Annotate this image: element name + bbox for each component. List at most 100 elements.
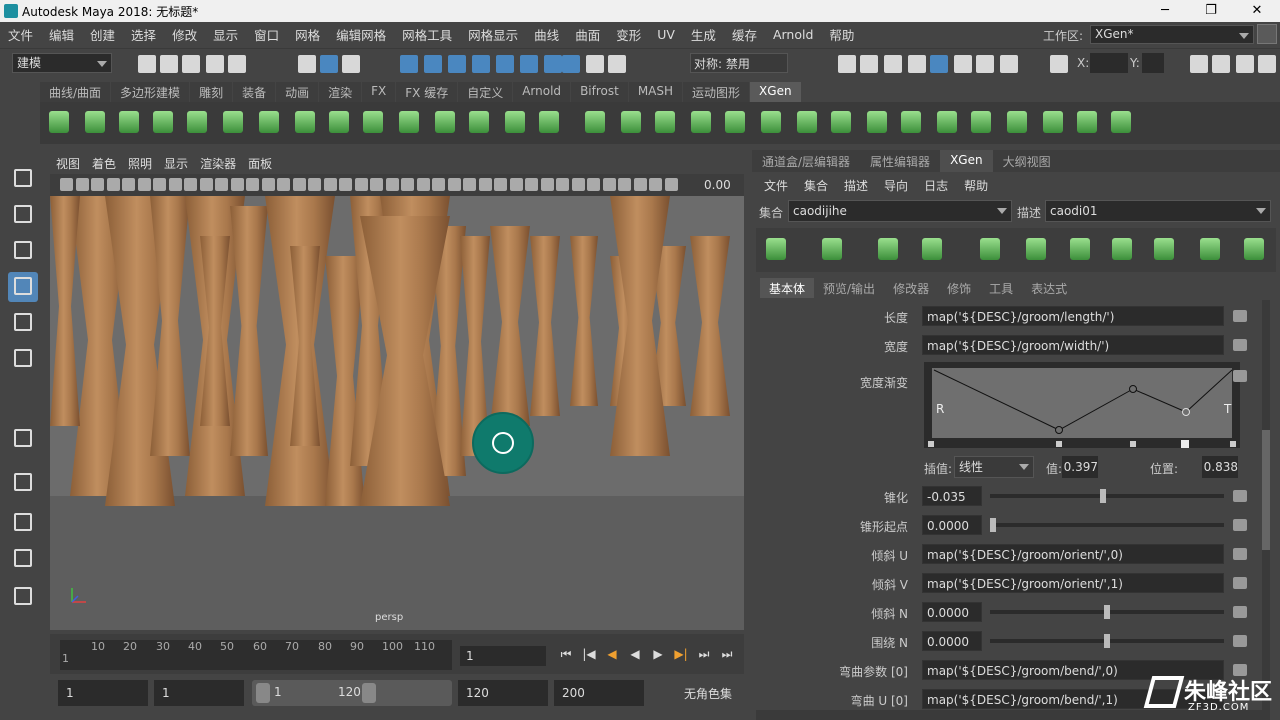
menu-arnold[interactable]: Arnold	[765, 27, 821, 42]
play-end-input[interactable]: 120	[458, 680, 548, 706]
viewport-toolbar-icon[interactable]	[649, 178, 662, 191]
menu-mesh-tools[interactable]: 网格工具	[394, 25, 460, 44]
taper-start-slider[interactable]	[990, 518, 1224, 532]
menu-cache[interactable]: 缓存	[724, 25, 765, 44]
snap-grid-alt-icon[interactable]	[544, 55, 562, 73]
viewport-toolbar-icon[interactable]	[447, 178, 461, 191]
shelf-tab-motion-graphics[interactable]: 运动图形	[683, 82, 750, 102]
viewport-toolbar-icon[interactable]	[168, 178, 182, 191]
xgen-shelf-tool-icon[interactable]	[1074, 108, 1100, 136]
viewport-toolbar-icon[interactable]	[370, 178, 383, 191]
save-scene-icon[interactable]	[182, 55, 200, 73]
minimize-button[interactable]: ─	[1142, 0, 1188, 22]
xgen-panel-tool-icon[interactable]	[1022, 234, 1050, 264]
xgen-shelf-tool-icon[interactable]	[292, 108, 318, 136]
xgen-shelf-tool-icon[interactable]	[502, 108, 528, 136]
viewport-toolbar-icon[interactable]	[292, 178, 306, 191]
menu-uv[interactable]: UV	[649, 27, 683, 42]
shelf-tab-poly[interactable]: 多边形建模	[111, 82, 190, 102]
menu-curves[interactable]: 曲线	[526, 25, 567, 44]
xgen-shelf-tool-icon[interactable]	[722, 108, 748, 136]
viewport-toolbar-icon[interactable]	[416, 178, 430, 191]
viewport-toolbar-icon[interactable]	[602, 178, 616, 191]
select-hierarchy-icon[interactable]	[298, 55, 316, 73]
hypershade-icon[interactable]	[930, 55, 948, 73]
viewport-toolbar-icon[interactable]	[184, 178, 197, 191]
range-slider-start-handle[interactable]	[256, 683, 270, 703]
maximize-button[interactable]: ❐	[1188, 0, 1234, 22]
shelf-tab-arnold[interactable]: Arnold	[513, 82, 571, 102]
offset-n-slider-handle[interactable]	[1104, 605, 1110, 619]
select-object-icon[interactable]	[320, 55, 338, 73]
offset-n-field[interactable]: 0.0000	[922, 602, 982, 622]
xgen-shelf-tool-icon[interactable]	[536, 108, 562, 136]
viewport-toolbar-icon[interactable]	[153, 178, 166, 191]
xgen-menu-file[interactable]: 文件	[756, 177, 796, 194]
viewport-toolbar-icon[interactable]	[308, 178, 321, 191]
xgen-shelf-tool-icon[interactable]	[652, 108, 678, 136]
prev-key-button[interactable]: |◀	[581, 646, 597, 662]
xgen-shelf-tool-icon[interactable]	[432, 108, 458, 136]
go-to-start-button[interactable]: ⏮	[558, 646, 574, 662]
viewport-menu-view[interactable]: 视图	[50, 155, 86, 172]
character-set-select[interactable]: 无角色集	[684, 685, 732, 702]
play-backward-button[interactable]: ◀	[627, 646, 643, 662]
open-scene-icon[interactable]	[160, 55, 178, 73]
viewport-toolbar-icon[interactable]	[122, 178, 135, 191]
arnold-render-icon[interactable]	[954, 55, 972, 73]
single-view-layout-icon[interactable]	[8, 468, 38, 498]
next-key-button[interactable]: ▶|	[673, 646, 689, 662]
viewport-menu-show[interactable]: 显示	[158, 155, 194, 172]
viewport-toolbar-icon[interactable]	[587, 178, 600, 191]
expression-menu-icon[interactable]	[1233, 635, 1247, 647]
tab-preview-output[interactable]: 预览/输出	[814, 278, 884, 298]
viewport-toolbar-icon[interactable]	[91, 178, 104, 191]
xgen-panel-tool-icon[interactable]	[1240, 234, 1268, 264]
xgen-shelf-tool-icon[interactable]	[898, 108, 924, 136]
shelf-tab-animation[interactable]: 动画	[276, 82, 319, 102]
xgen-shelf-tool-icon[interactable]	[618, 108, 644, 136]
taper-slider[interactable]	[990, 489, 1224, 503]
xgen-shelf-tool-icon[interactable]	[828, 108, 854, 136]
select-tool-icon[interactable]	[8, 164, 38, 194]
rotate-tool-icon[interactable]	[8, 308, 38, 338]
viewport-toolbar-icon[interactable]	[432, 178, 445, 191]
shelf-tab-fx[interactable]: FX	[362, 82, 396, 102]
viewport-toolbar-icon[interactable]	[323, 178, 337, 191]
viewport-toolbar-icon[interactable]	[137, 178, 151, 191]
viewport-toolbar-icon[interactable]	[106, 178, 120, 191]
menu-help[interactable]: 帮助	[821, 25, 862, 44]
xgen-panel-tool-icon[interactable]	[1066, 234, 1094, 264]
viewport-toolbar-icon[interactable]	[571, 178, 585, 191]
shelf-tab-custom[interactable]: 自定义	[458, 82, 513, 102]
shelf-tab-mash[interactable]: MASH	[628, 82, 683, 102]
y-coordinate-input[interactable]	[1142, 53, 1164, 73]
xgen-shelf-tool-icon[interactable]	[934, 108, 960, 136]
rotate-manipulator[interactable]	[472, 412, 534, 474]
tab-expressions[interactable]: 表达式	[1022, 278, 1076, 298]
xgen-shelf-tool-icon[interactable]	[82, 108, 108, 136]
viewport-menu-panels[interactable]: 面板	[242, 155, 278, 172]
transform-constraint-icon[interactable]	[1050, 55, 1068, 73]
tab-channel-box[interactable]: 通道盒/层编辑器	[752, 150, 860, 172]
viewport-toolbar-icon[interactable]	[385, 178, 399, 191]
viewport-toolbar-icon[interactable]	[618, 178, 631, 191]
select-component-icon[interactable]	[342, 55, 360, 73]
viewport-toolbar-icon[interactable]	[339, 178, 352, 191]
tab-utilities[interactable]: 工具	[980, 278, 1022, 298]
taper-start-slider-handle[interactable]	[990, 518, 996, 532]
viewport-toolbar-icon[interactable]	[261, 178, 275, 191]
xgen-panel-tool-icon[interactable]	[1196, 234, 1224, 264]
menu-create[interactable]: 创建	[82, 25, 123, 44]
xgen-shelf-tool-icon[interactable]	[1108, 108, 1134, 136]
xgen-shelf-tool-icon[interactable]	[968, 108, 994, 136]
shelf-tab-rigging[interactable]: 装备	[233, 82, 276, 102]
menu-file[interactable]: 文件	[0, 25, 41, 44]
menu-set-select[interactable]: 建模	[12, 53, 112, 73]
outliner-layout-icon[interactable]	[8, 582, 38, 612]
render-current-frame-icon[interactable]	[860, 55, 878, 73]
menu-surfaces[interactable]: 曲面	[567, 25, 608, 44]
collection-select[interactable]: caodijihe	[788, 200, 1012, 222]
xgen-shelf-tool-icon[interactable]	[360, 108, 386, 136]
range-slider-end-handle[interactable]	[362, 683, 376, 703]
